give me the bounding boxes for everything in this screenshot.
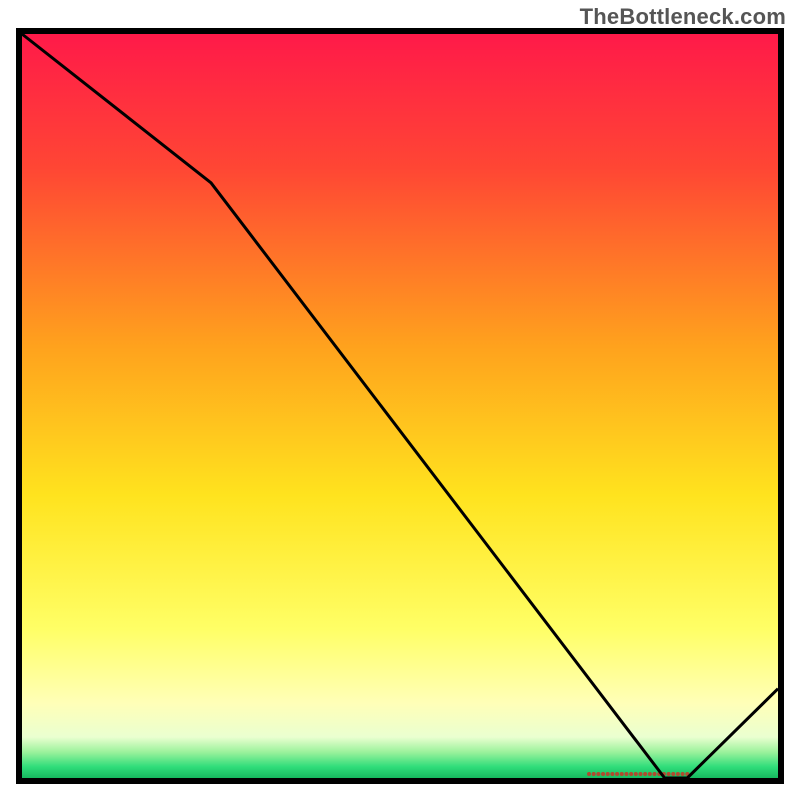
chart-svg <box>16 28 784 784</box>
chart-container: TheBottleneck.com <box>0 0 800 800</box>
chart-area <box>16 28 784 784</box>
plot-background <box>22 34 778 778</box>
watermark-text: TheBottleneck.com <box>580 4 786 30</box>
